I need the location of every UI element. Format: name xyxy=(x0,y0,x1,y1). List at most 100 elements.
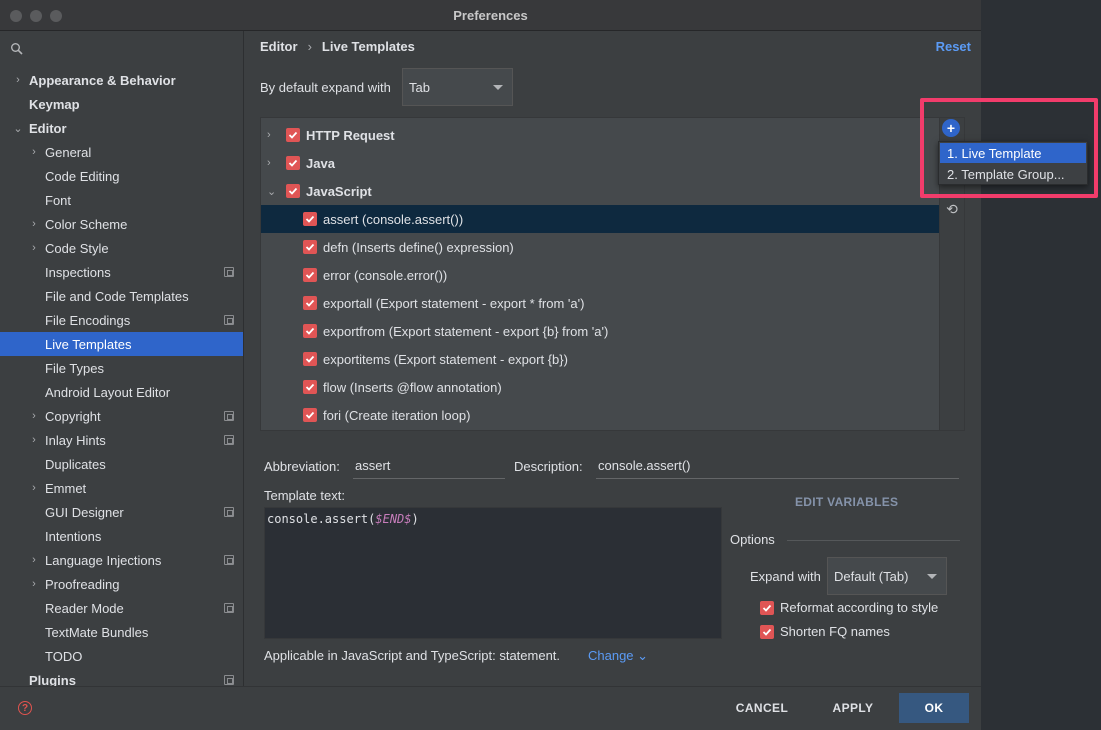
sidebar-item[interactable]: › Copyright xyxy=(0,404,243,428)
sidebar-item[interactable]: Plugins xyxy=(0,668,243,686)
sidebar-item[interactable]: ⌄ Editor xyxy=(0,116,243,140)
sidebar-item[interactable]: TextMate Bundles xyxy=(0,620,243,644)
sidebar-item[interactable]: › General xyxy=(0,140,243,164)
shorten-option[interactable]: Shorten FQ names xyxy=(760,624,890,639)
apply-button[interactable]: APPLY xyxy=(816,693,890,723)
sidebar-item[interactable]: Duplicates xyxy=(0,452,243,476)
sidebar-item[interactable]: Intentions xyxy=(0,524,243,548)
project-scope-icon xyxy=(224,267,234,277)
abbreviation-field[interactable]: assert xyxy=(353,453,505,479)
sidebar-item[interactable]: Font xyxy=(0,188,243,212)
sidebar-item-label: Reader Mode xyxy=(45,600,124,616)
chevron-down-icon[interactable]: ⌄ xyxy=(267,185,276,198)
chevron-down-icon xyxy=(927,574,937,579)
chevron-right-icon[interactable]: › xyxy=(29,146,39,158)
template-checkbox[interactable] xyxy=(303,296,317,310)
template-row[interactable]: error (console.error()) xyxy=(261,261,939,289)
default-expand-value: Tab xyxy=(409,79,430,95)
template-group-row[interactable]: ⌄ JavaScript xyxy=(261,177,939,205)
chevron-right-icon[interactable]: › xyxy=(29,482,39,494)
template-row[interactable]: assert (console.assert()) xyxy=(261,205,939,233)
chevron-right-icon[interactable]: › xyxy=(13,74,23,86)
edit-variables-button[interactable]: EDIT VARIABLES xyxy=(795,495,898,509)
minimize-window-button[interactable] xyxy=(30,10,42,22)
title-bar: Preferences xyxy=(0,0,981,31)
template-checkbox[interactable] xyxy=(286,156,300,170)
sidebar-item-label: Appearance & Behavior xyxy=(29,72,176,88)
template-checkbox[interactable] xyxy=(303,324,317,338)
sidebar-item-label: GUI Designer xyxy=(45,504,124,520)
template-checkbox[interactable] xyxy=(303,240,317,254)
sidebar-item[interactable]: Code Editing xyxy=(0,164,243,188)
expand-with-select[interactable]: Default (Tab) xyxy=(827,557,947,595)
sidebar-item[interactable]: Inspections xyxy=(0,260,243,284)
sidebar-item[interactable]: GUI Designer xyxy=(0,500,243,524)
sidebar-item[interactable]: › Language Injections xyxy=(0,548,243,572)
reset-link[interactable]: Reset xyxy=(936,39,971,54)
template-checkbox[interactable] xyxy=(286,184,300,198)
template-row[interactable]: exportitems (Export statement - export {… xyxy=(261,345,939,373)
chevron-right-icon[interactable]: › xyxy=(267,129,271,141)
template-row[interactable]: defn (Inserts define() expression) xyxy=(261,233,939,261)
sidebar-item[interactable]: Android Layout Editor xyxy=(0,380,243,404)
template-checkbox[interactable] xyxy=(286,128,300,142)
sidebar-item[interactable]: › Appearance & Behavior xyxy=(0,68,243,92)
zoom-window-button[interactable] xyxy=(50,10,62,22)
menu-item-template-group[interactable]: 2. Template Group... xyxy=(940,164,1086,184)
chevron-right-icon[interactable]: › xyxy=(29,554,39,566)
sidebar-item[interactable]: › Proofreading xyxy=(0,572,243,596)
template-checkbox[interactable] xyxy=(303,408,317,422)
template-row[interactable]: flow (Inserts @flow annotation) xyxy=(261,373,939,401)
chevron-down-icon[interactable]: ⌄ xyxy=(13,123,23,135)
template-text-editor[interactable]: console.assert($END$) xyxy=(264,507,722,639)
sidebar-item[interactable]: File Encodings xyxy=(0,308,243,332)
template-checkbox[interactable] xyxy=(303,380,317,394)
chevron-right-icon[interactable]: › xyxy=(267,157,271,169)
settings-search[interactable] xyxy=(10,41,234,59)
template-row[interactable]: exportfrom (Export statement - export {b… xyxy=(261,317,939,345)
sidebar-item[interactable]: Reader Mode xyxy=(0,596,243,620)
template-checkbox[interactable] xyxy=(303,212,317,226)
description-field[interactable]: console.assert() xyxy=(596,453,959,479)
template-group-row[interactable]: › HTTP Request xyxy=(261,121,939,149)
chevron-right-icon[interactable]: › xyxy=(29,410,39,422)
change-contexts-link[interactable]: Change ⌄ xyxy=(588,648,648,664)
chevron-right-icon[interactable]: › xyxy=(29,434,39,446)
reformat-checkbox[interactable] xyxy=(760,600,774,615)
search-icon xyxy=(10,42,24,59)
default-expand-select[interactable]: Tab xyxy=(402,68,513,106)
template-checkbox[interactable] xyxy=(303,352,317,366)
close-window-button[interactable] xyxy=(10,10,22,22)
sidebar-item[interactable]: › Emmet xyxy=(0,476,243,500)
sidebar-item[interactable]: Live Templates xyxy=(0,332,243,356)
chevron-right-icon[interactable]: › xyxy=(29,218,39,230)
abbreviation-label: Abbreviation: xyxy=(264,459,340,474)
chevron-right-icon[interactable]: › xyxy=(29,578,39,590)
cancel-button[interactable]: CANCEL xyxy=(722,693,802,723)
sidebar-item[interactable]: › Code Style xyxy=(0,236,243,260)
add-icon[interactable]: + xyxy=(942,119,960,137)
template-code-close: ) xyxy=(411,512,419,526)
help-icon[interactable]: ? xyxy=(18,701,32,715)
ok-button[interactable]: OK xyxy=(899,693,969,723)
shorten-checkbox[interactable] xyxy=(760,624,774,639)
sidebar-item[interactable]: TODO xyxy=(0,644,243,668)
templates-tree: › HTTP Request › Java ⌄ JavaScript assert (con… xyxy=(260,117,940,431)
breadcrumb-editor[interactable]: Editor xyxy=(260,39,298,54)
sidebar-item-label: Color Scheme xyxy=(45,216,128,232)
sidebar-item[interactable]: File and Code Templates xyxy=(0,284,243,308)
template-row[interactable]: fori (Create iteration loop) xyxy=(261,401,939,429)
add-template-menu: 1. Live Template 2. Template Group... xyxy=(938,141,1088,185)
reformat-option[interactable]: Reformat according to style xyxy=(760,600,938,615)
template-row[interactable]: exportall (Export statement - export * f… xyxy=(261,289,939,317)
template-group-row[interactable]: › Java xyxy=(261,149,939,177)
sidebar-item[interactable]: › Inlay Hints xyxy=(0,428,243,452)
sidebar-item[interactable]: File Types xyxy=(0,356,243,380)
sidebar-item[interactable]: Keymap xyxy=(0,92,243,116)
restore-icon[interactable]: ⟲ xyxy=(942,199,962,219)
dialog-footer: ? CANCEL APPLY OK xyxy=(0,686,981,730)
template-checkbox[interactable] xyxy=(303,268,317,282)
menu-item-live-template[interactable]: 1. Live Template xyxy=(940,143,1086,163)
chevron-right-icon[interactable]: › xyxy=(29,242,39,254)
sidebar-item[interactable]: › Color Scheme xyxy=(0,212,243,236)
